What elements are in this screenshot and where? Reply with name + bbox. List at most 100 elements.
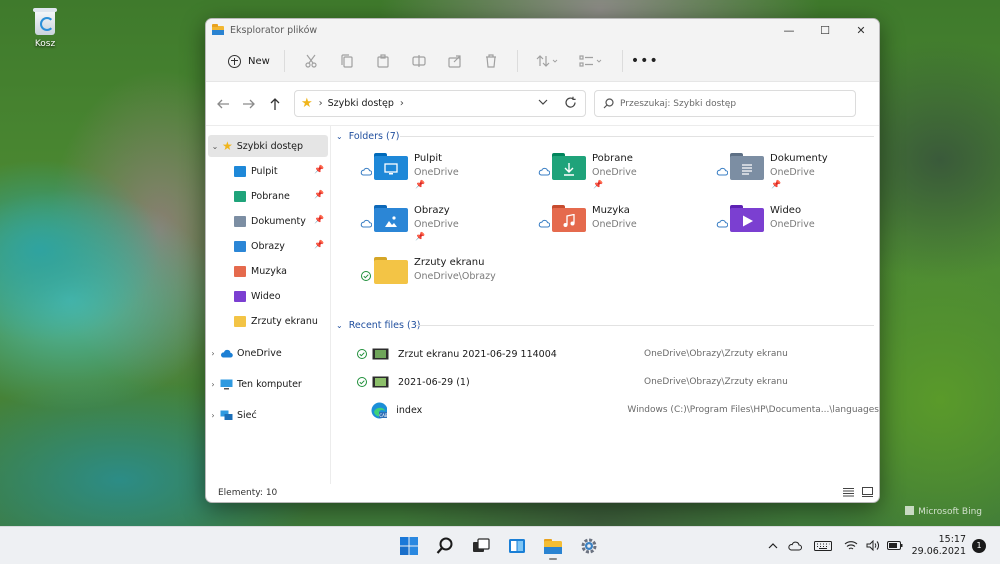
task-view-button[interactable]: [467, 532, 495, 560]
rename-button[interactable]: [405, 48, 433, 74]
recent-section-header[interactable]: ⌄ Recent files (3): [336, 317, 420, 333]
arrow-left-icon: [217, 99, 229, 108]
keyboard-tray-icon[interactable]: [812, 536, 834, 556]
chevron-right-icon[interactable]: ›: [206, 411, 220, 420]
cloud-status-icon: [538, 219, 551, 228]
folder-tile[interactable]: Wideo OneDrive: [716, 205, 879, 251]
sidebar-item-label: Pulpit: [251, 165, 278, 177]
close-button[interactable]: ✕: [843, 19, 879, 41]
sidebar-item-onedrive[interactable]: › OneDrive: [206, 342, 328, 364]
refresh-icon[interactable]: [564, 96, 577, 109]
settings-taskbar-button[interactable]: [575, 532, 603, 560]
video-glyph-icon: [743, 215, 753, 227]
recent-file-row[interactable]: CAB index Windows (C:)\Program Files\HP\Do…: [356, 400, 879, 420]
maximize-button[interactable]: ☐: [807, 19, 843, 41]
new-button[interactable]: New: [222, 51, 276, 72]
folders-header-label: Folders (7): [348, 130, 400, 142]
folder-name: Obrazy: [414, 205, 450, 216]
chevron-right-icon[interactable]: ›: [206, 349, 220, 358]
sidebar-item-desktop[interactable]: Pulpit 📌: [206, 160, 328, 182]
sidebar-item-label: Obrazy: [251, 240, 285, 252]
file-explorer-taskbar-button[interactable]: [539, 532, 567, 560]
copy-icon: [341, 54, 353, 68]
more-options-button[interactable]: •••: [631, 53, 659, 69]
battery-tray-icon[interactable]: [884, 536, 906, 556]
svg-text:CAB: CAB: [380, 413, 388, 418]
notification-badge[interactable]: 1: [972, 538, 986, 553]
sidebar-item-videos[interactable]: Wideo: [206, 285, 328, 307]
recent-header-label: Recent files (3): [348, 319, 421, 331]
sidebar-item-this-pc[interactable]: › Ten komputer: [206, 373, 328, 395]
share-button[interactable]: [441, 48, 469, 74]
folder-icon: [234, 315, 246, 327]
volume-icon: [866, 540, 879, 551]
show-hidden-icons-button[interactable]: [762, 536, 784, 556]
folder-tile[interactable]: Muzyka OneDrive: [538, 205, 713, 251]
volume-tray-icon[interactable]: [862, 536, 884, 556]
sidebar-item-screenshots[interactable]: Zrzuty ekranu: [206, 310, 328, 332]
chevron-right-icon[interactable]: ›: [206, 380, 220, 389]
file-explorer-app-icon: [212, 23, 224, 35]
folder-icon: [544, 538, 562, 554]
copy-button[interactable]: [333, 48, 361, 74]
file-explorer-window: Eksplorator plików — ☐ ✕ New ••• ★ › Szy…: [205, 18, 880, 503]
breadcrumb-chevron-icon: ›: [399, 98, 404, 109]
search-box[interactable]: Przeszukaj: Szybki dostęp: [594, 90, 856, 117]
section-divider: [416, 325, 874, 326]
sidebar-item-label: Dokumenty: [251, 215, 306, 227]
breadcrumb-quick-access[interactable]: Szybki dostęp: [328, 98, 394, 109]
music-glyph-icon: [563, 214, 575, 227]
sidebar-item-music[interactable]: Muzyka: [206, 260, 328, 282]
sidebar-item-documents[interactable]: Dokumenty 📌: [206, 210, 328, 232]
toolbar-divider: [621, 50, 623, 72]
cut-button[interactable]: [297, 48, 325, 74]
clock[interactable]: 15:17 29.06.2021: [912, 534, 966, 558]
folder-name: Pobrane: [592, 153, 633, 164]
search-taskbar-button[interactable]: [431, 532, 459, 560]
arrow-up-icon: [270, 97, 280, 110]
recycle-bin-shortcut[interactable]: Kosz: [22, 6, 68, 49]
paste-button[interactable]: [369, 48, 397, 74]
task-view-icon: [473, 537, 490, 552]
chevron-down-icon[interactable]: ⌄: [208, 142, 222, 151]
address-bar[interactable]: ★ › Szybki dostęp ›: [294, 90, 586, 117]
recent-file-name: 2021-06-29 (1): [398, 376, 470, 388]
star-icon: ★: [222, 139, 233, 153]
chevron-down-icon[interactable]: [537, 97, 549, 107]
rename-icon: [412, 55, 426, 67]
chevron-down-icon: ⌄: [336, 320, 343, 330]
back-button[interactable]: [210, 98, 236, 110]
folders-section-header[interactable]: ⌄ Folders (7): [336, 128, 400, 144]
delete-button[interactable]: [477, 48, 505, 74]
title-bar[interactable]: Eksplorator plików — ☐ ✕: [206, 19, 879, 41]
sidebar-item-network[interactable]: › Sieć: [206, 404, 328, 426]
cut-icon: [305, 54, 317, 68]
folder-location: OneDrive: [592, 219, 637, 230]
folder-tile[interactable]: Obrazy OneDrive 📌: [360, 205, 535, 251]
view-button[interactable]: [574, 48, 610, 74]
widgets-button[interactable]: [503, 532, 531, 560]
recent-file-row[interactable]: Zrzut ekranu 2021-06-29 114004 OneDrive\O…: [356, 344, 879, 364]
folder-tile[interactable]: Pulpit OneDrive 📌: [360, 153, 535, 199]
recent-file-row[interactable]: 2021-06-29 (1) OneDrive\Obrazy\Zrzuty ekr…: [356, 372, 879, 392]
details-view-icon[interactable]: [843, 487, 854, 497]
command-bar: New •••: [206, 41, 879, 82]
item-count: Elementy: 10: [218, 488, 278, 498]
forward-button[interactable]: [236, 98, 262, 110]
sidebar-item-downloads[interactable]: Pobrane 📌: [206, 185, 328, 207]
section-divider: [400, 136, 874, 137]
up-button[interactable]: [262, 97, 288, 111]
cloud-status-icon: [538, 167, 551, 176]
folder-tile[interactable]: Zrzuty ekranu OneDrive\Obrazy: [360, 257, 535, 303]
onedrive-tray-icon[interactable]: [784, 536, 806, 556]
sidebar-item-pictures[interactable]: Obrazy 📌: [206, 235, 328, 257]
sort-button[interactable]: [530, 48, 566, 74]
sidebar-item-quick-access[interactable]: ⌄ ★ Szybki dostęp: [208, 135, 328, 157]
wifi-tray-icon[interactable]: [840, 536, 862, 556]
folder-tile[interactable]: Pobrane OneDrive 📌: [538, 153, 713, 199]
start-button[interactable]: [395, 532, 423, 560]
computer-icon: [220, 379, 233, 389]
minimize-button[interactable]: —: [771, 19, 807, 41]
tiles-view-icon[interactable]: [862, 487, 873, 497]
folder-tile[interactable]: Dokumenty OneDrive 📌: [716, 153, 879, 199]
